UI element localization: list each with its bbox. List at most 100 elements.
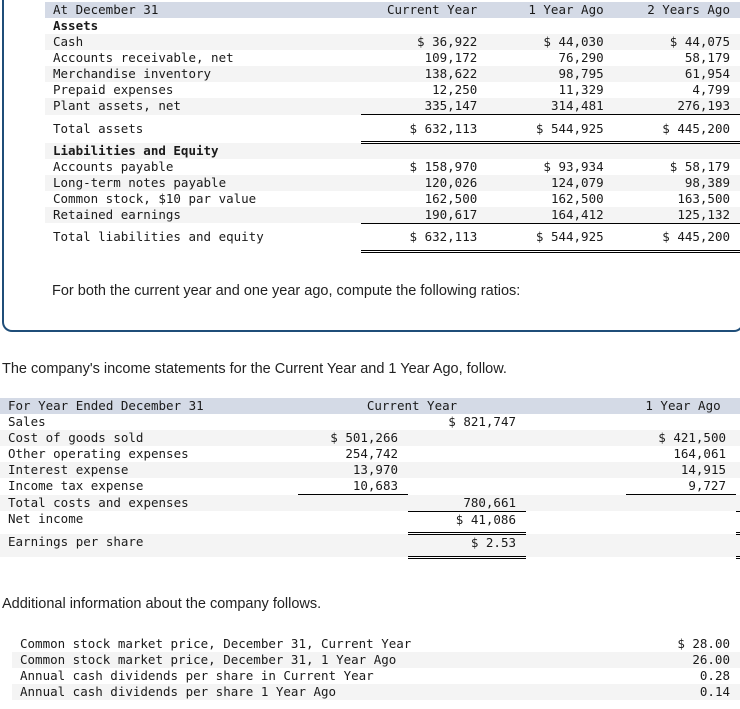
row-1-year-ago: 11,329 [487, 82, 614, 98]
row-current-year: 335,147 [360, 98, 488, 115]
table-row: Interest expense 13,970 14,915 [0, 462, 740, 478]
row-value: $ 28.00 [532, 636, 740, 652]
double-rule [736, 551, 740, 559]
table-row: Merchandise inventory 138,622 98,795 61,… [45, 66, 740, 82]
total-liab-equity-1-year-ago: $ 544,925 [487, 229, 614, 245]
table-row: Common stock market price, December 31, … [12, 652, 740, 668]
total-costs-py-outer: 610,203 [736, 494, 740, 511]
table-row: Annual cash dividends per share in Curre… [12, 668, 740, 684]
table-row: Plant assets, net 335,147 314,481 276,19… [45, 98, 740, 115]
row-label: Merchandise inventory [45, 66, 361, 82]
row-current-year: 190,617 [360, 206, 488, 223]
liabilities-heading-row: Liabilities and Equity [45, 142, 740, 159]
row-value: 0.28 [532, 668, 740, 684]
row-1-year-ago: 76,290 [487, 50, 614, 66]
income-statement-header-row: For Year Ended December 31 Current Year … [0, 398, 740, 414]
total-liab-equity-double-rule-row [45, 245, 740, 253]
row-2-years-ago: $ 44,075 [613, 34, 740, 50]
row-label: Annual cash dividends per share in Curre… [12, 668, 532, 684]
table-row: Income tax expense 10,683 9,727 [0, 478, 740, 495]
table-row: Long-term notes payable 120,026 124,079 … [45, 174, 740, 191]
row-2-years-ago: $ 58,179 [613, 158, 740, 175]
row-value: 0.14 [532, 684, 740, 700]
row-py-inner: 14,915 [626, 462, 736, 478]
ratio-instruction-text: For both the current year and one year a… [52, 283, 521, 299]
inner-subtotal-rule-cy [298, 494, 408, 511]
inner-subtotal-rule-py [626, 494, 736, 511]
bs-header-current-year: Current Year [360, 2, 488, 18]
total-liab-equity-label: Total liabilities and equity [45, 229, 361, 245]
table-row: Other operating expenses 254,742 164,061 [0, 446, 740, 462]
is-header-current-year: Current Year [298, 398, 526, 414]
net-income-label: Net income [0, 511, 298, 528]
row-cy-inner: 13,970 [298, 462, 408, 478]
row-py-inner: $ 421,500 [626, 430, 736, 446]
income-statement-table: For Year Ended December 31 Current Year … [0, 398, 740, 559]
double-rule [408, 551, 526, 559]
total-costs-label: Total costs and expenses [0, 494, 298, 511]
total-assets-current-year: $ 632,113 [360, 120, 488, 137]
total-assets-label: Total assets [45, 120, 361, 137]
table-row: Cost of goods sold $ 501,266 $ 421,500 [0, 430, 740, 446]
row-current-year: 109,172 [360, 50, 488, 66]
net-income-py-outer: $ 38,258 [736, 510, 740, 528]
table-row: Retained earnings 190,617 164,412 125,13… [45, 206, 740, 223]
row-current-year: 120,026 [360, 174, 488, 191]
total-costs-row: Total costs and expenses 780,661 610,203 [0, 494, 740, 511]
sales-cy-inner [298, 414, 408, 430]
row-1-year-ago: $ 44,030 [487, 34, 614, 50]
row-current-year: 162,500 [360, 190, 488, 207]
total-liabilities-equity-row: Total liabilities and equity $ 632,113 $… [45, 229, 740, 245]
row-cy-inner: $ 501,266 [298, 430, 408, 446]
table-row: Common stock market price, December 31, … [12, 636, 740, 652]
total-liab-equity-current-year: $ 632,113 [360, 229, 488, 245]
row-2-years-ago: 276,193 [613, 98, 740, 115]
double-rule [613, 245, 740, 253]
row-1-year-ago: 164,412 [487, 206, 614, 223]
additional-info-table: Common stock market price, December 31, … [12, 636, 740, 700]
row-label: Common stock, $10 par value [45, 190, 361, 207]
double-rule [487, 245, 614, 253]
sales-row: Sales $ 821,747 $ 648,461 [0, 414, 740, 430]
eps-py-outer: $ 2.35 [736, 533, 740, 551]
row-label: Interest expense [0, 462, 298, 478]
sales-label: Sales [0, 414, 298, 430]
balance-sheet-header-row: At December 31 Current Year 1 Year Ago 2… [45, 2, 740, 18]
row-label: Common stock market price, December 31, … [12, 652, 532, 668]
total-assets-row: Total assets $ 632,113 $ 544,925 $ 445,2… [45, 120, 740, 137]
page-root: At December 31 Current Year 1 Year Ago 2… [0, 0, 740, 709]
row-cy-inner: 254,742 [298, 446, 408, 462]
table-row: Accounts receivable, net 109,172 76,290 … [45, 50, 740, 66]
row-2-years-ago: 163,500 [613, 190, 740, 207]
eps-cy-outer: $ 2.53 [408, 533, 526, 551]
row-cy-inner: 10,683 [298, 478, 408, 495]
table-row: Cash $ 36,922 $ 44,030 $ 44,075 [45, 34, 740, 50]
table-row: Common stock, $10 par value 162,500 162,… [45, 190, 740, 207]
row-label: Prepaid expenses [45, 82, 361, 98]
row-current-year: 138,622 [360, 66, 488, 82]
bs-header-1-year-ago: 1 Year Ago [487, 2, 614, 18]
row-1-year-ago: 124,079 [487, 174, 614, 191]
row-1-year-ago: 162,500 [487, 190, 614, 207]
total-assets-2-years-ago: $ 445,200 [613, 120, 740, 137]
row-2-years-ago: 98,389 [613, 174, 740, 191]
total-liab-equity-2-years-ago: $ 445,200 [613, 229, 740, 245]
row-label: Other operating expenses [0, 446, 298, 462]
row-label: Common stock market price, December 31, … [12, 636, 532, 652]
sales-py-outer: $ 648,461 [736, 414, 740, 430]
row-label: Cash [45, 34, 361, 50]
eps-label: Earnings per share [0, 533, 298, 551]
total-costs-cy-outer: 780,661 [408, 494, 526, 511]
row-label: Annual cash dividends per share 1 Year A… [12, 684, 532, 700]
double-rule [360, 245, 488, 253]
sales-py-inner [626, 414, 736, 430]
net-income-row: Net income $ 41,086 $ 38,258 [0, 510, 740, 528]
row-label: Accounts payable [45, 158, 361, 175]
row-py-inner: 164,061 [626, 446, 736, 462]
table-row: Accounts payable $ 158,970 $ 93,934 $ 58… [45, 158, 740, 175]
assets-heading: Assets [45, 18, 361, 34]
total-assets-1-year-ago: $ 544,925 [487, 120, 614, 137]
row-value: 26.00 [532, 652, 740, 668]
table-row: Prepaid expenses 12,250 11,329 4,799 [45, 82, 740, 98]
row-label: Income tax expense [0, 478, 298, 495]
